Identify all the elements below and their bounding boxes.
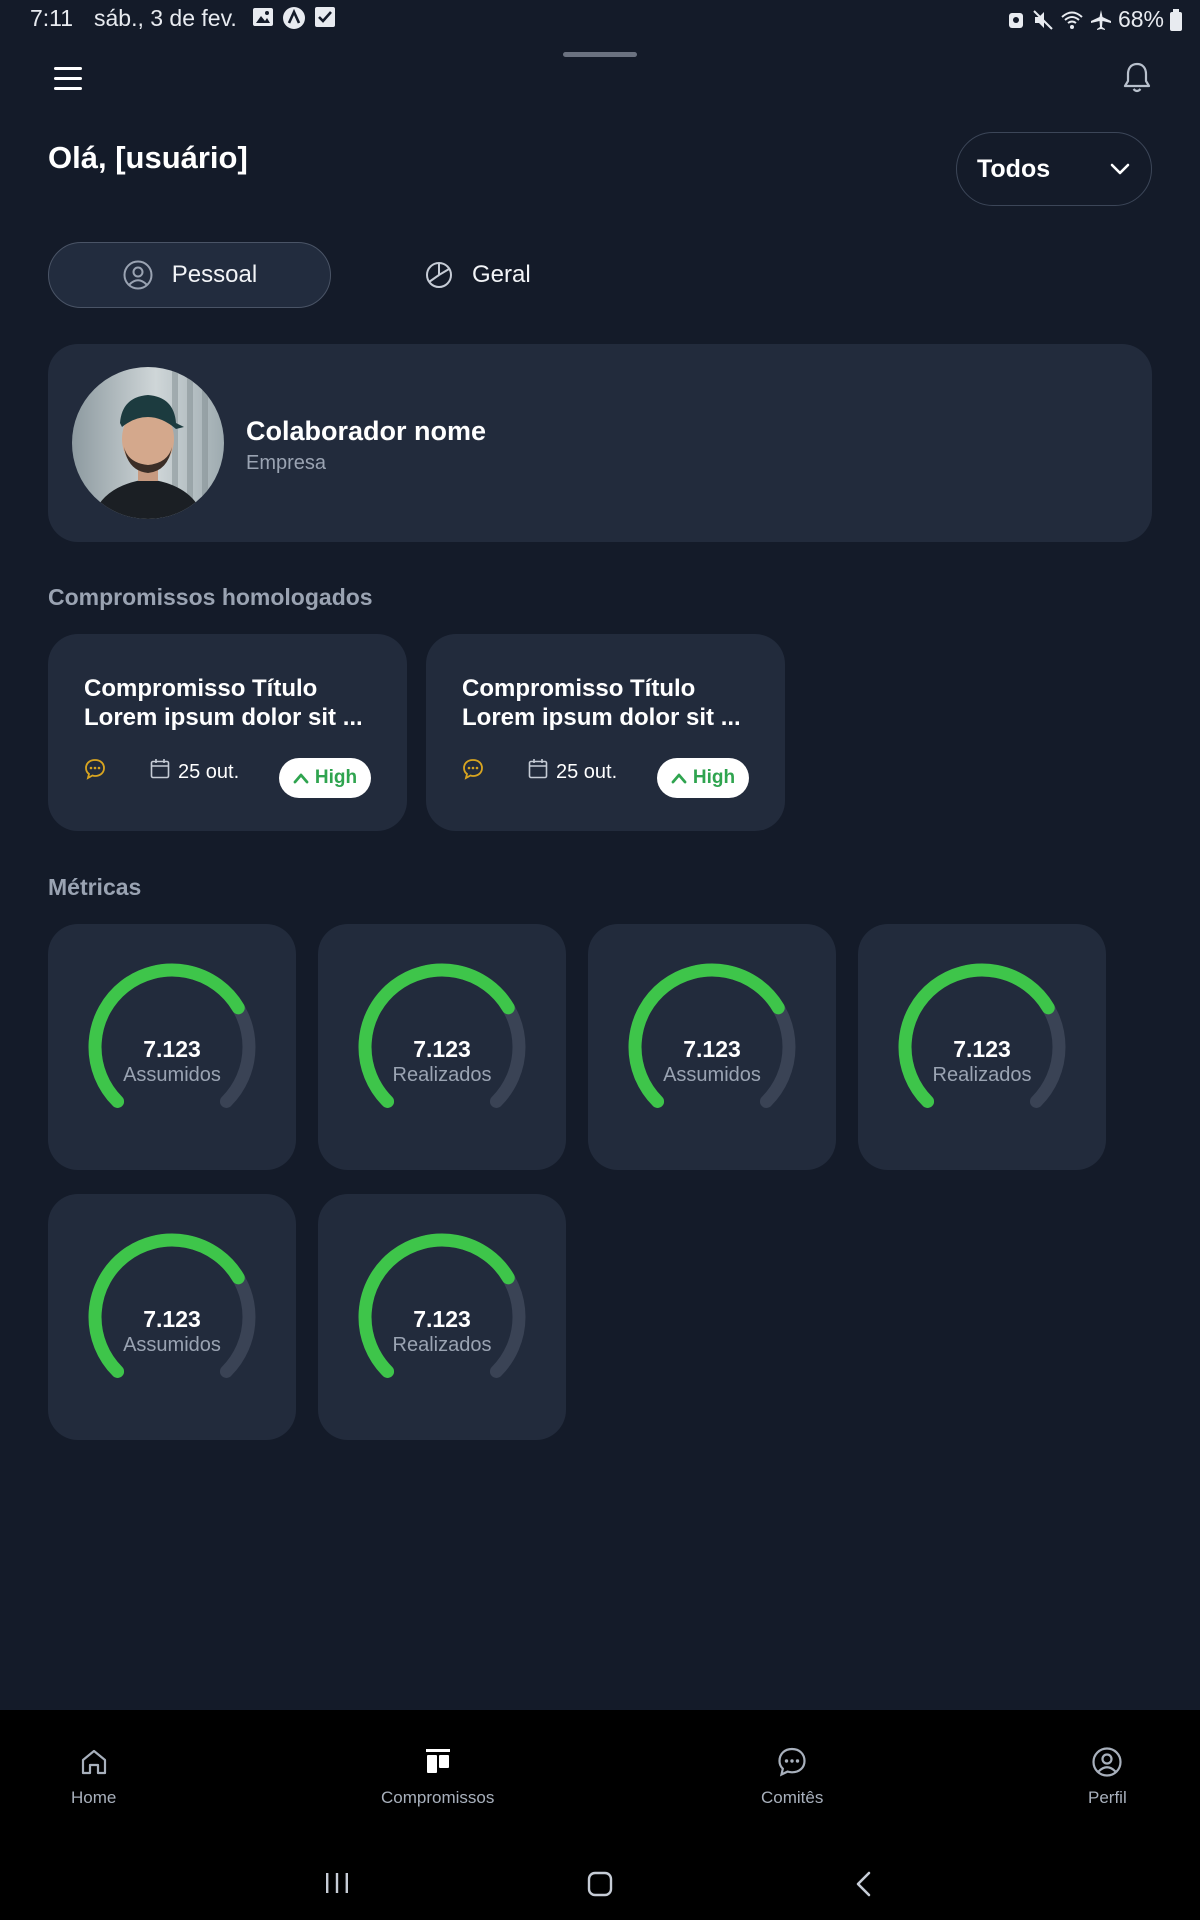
columns-icon bbox=[425, 1749, 450, 1773]
system-status-icons: 68% bbox=[1006, 6, 1182, 33]
recent-apps-button[interactable] bbox=[322, 1870, 352, 1901]
hamburger-icon bbox=[54, 67, 82, 90]
calendar-icon bbox=[150, 759, 170, 779]
nav-item-compromissos[interactable]: Compromissos bbox=[381, 1746, 494, 1808]
mute-icon bbox=[1033, 9, 1053, 30]
commitment-title: Compromisso Título Lorem ipsum dolor sit… bbox=[84, 675, 363, 731]
metric-value: 7.123 bbox=[413, 1036, 471, 1062]
tab-pessoal[interactable]: Pessoal bbox=[48, 242, 331, 308]
chevron-up-icon bbox=[293, 773, 309, 784]
metric-card[interactable]: 7.123 Realizados bbox=[318, 924, 566, 1170]
pie-chart-icon bbox=[426, 262, 452, 288]
profile-company: Empresa bbox=[246, 452, 327, 474]
tab-geral-label: Geral bbox=[472, 261, 531, 288]
commitment-card[interactable]: Compromisso Título Lorem ipsum dolor sit… bbox=[426, 634, 785, 831]
priority-label: High bbox=[314, 767, 358, 788]
calendar-icon bbox=[528, 759, 548, 779]
profile-name: Colaborador nome bbox=[246, 416, 487, 446]
priority-badge: High bbox=[279, 758, 371, 798]
alarm-icon bbox=[1008, 12, 1023, 28]
chat-icon[interactable] bbox=[462, 758, 484, 780]
metric-label: Assumidos bbox=[663, 1064, 761, 1086]
commitment-date: 25 out. bbox=[178, 761, 240, 783]
chat-icon[interactable] bbox=[84, 758, 106, 780]
chevron-down-icon bbox=[1110, 163, 1130, 175]
priority-badge: High bbox=[657, 758, 749, 798]
app-root: 7:11 sáb., 3 de fev. 68% Olá, [usuário] … bbox=[0, 0, 1200, 1920]
tab-pessoal-label: Pessoal bbox=[171, 261, 258, 288]
nav-label-comites: Comitês bbox=[761, 1788, 824, 1807]
metric-card[interactable]: 7.123 Realizados bbox=[318, 1194, 566, 1440]
back-arrow-icon bbox=[856, 1871, 871, 1897]
metric-value: 7.123 bbox=[683, 1036, 741, 1062]
drag-handle[interactable] bbox=[563, 52, 637, 57]
metric-card[interactable]: 7.123 Assumidos bbox=[48, 1194, 296, 1440]
chevron-up-icon bbox=[671, 773, 687, 784]
metric-card[interactable]: 7.123 Assumidos bbox=[588, 924, 836, 1170]
nav-label-perfil: Perfil bbox=[1088, 1788, 1127, 1807]
menu-button[interactable] bbox=[50, 62, 88, 94]
status-time: 7:11 bbox=[30, 5, 74, 31]
commitment-date: 25 out. bbox=[556, 761, 618, 783]
user-circle-icon bbox=[1092, 1747, 1122, 1777]
metric-card[interactable]: 7.123 Realizados bbox=[858, 924, 1106, 1170]
metric-card[interactable]: 7.123 Assumidos bbox=[48, 924, 296, 1170]
home-system-button[interactable] bbox=[586, 1870, 614, 1903]
nav-item-home[interactable]: Home bbox=[71, 1746, 116, 1808]
metric-label: Realizados bbox=[392, 1334, 492, 1356]
wifi-icon bbox=[1061, 11, 1083, 29]
metrics-section-title: Métricas bbox=[48, 874, 142, 900]
airplane-icon bbox=[1090, 9, 1111, 30]
bottom-navigation: Home Compromissos Comitês Perfil bbox=[0, 1710, 1200, 1920]
back-button[interactable] bbox=[852, 1870, 876, 1903]
nav-label-home: Home bbox=[71, 1788, 117, 1807]
notifications-button[interactable] bbox=[1120, 60, 1154, 96]
notification-icons bbox=[252, 6, 336, 30]
battery-icon bbox=[1170, 8, 1182, 31]
greeting-title: Olá, [usuário] bbox=[48, 140, 248, 175]
nav-label-compromissos: Compromissos bbox=[381, 1788, 495, 1807]
battery-percent: 68% bbox=[1117, 6, 1164, 32]
nav-item-comites[interactable]: Comitês bbox=[761, 1746, 823, 1808]
commitment-title: Compromisso Título Lorem ipsum dolor sit… bbox=[462, 675, 741, 731]
bell-icon bbox=[1123, 62, 1151, 93]
priority-label: High bbox=[692, 767, 736, 788]
filter-selected-value: Todos bbox=[977, 154, 1051, 183]
user-circle-icon bbox=[123, 260, 153, 290]
metric-label: Assumidos bbox=[123, 1064, 221, 1086]
app-a-icon bbox=[283, 7, 305, 29]
status-date: sáb., 3 de fev. bbox=[94, 5, 237, 31]
metric-value: 7.123 bbox=[143, 1306, 201, 1332]
tab-geral[interactable]: Geral bbox=[424, 242, 624, 308]
metric-value: 7.123 bbox=[413, 1306, 471, 1332]
profile-card[interactable]: Colaborador nome Empresa bbox=[48, 344, 1152, 542]
checkbox-icon bbox=[315, 7, 335, 27]
commitment-card[interactable]: Compromisso Título Lorem ipsum dolor sit… bbox=[48, 634, 407, 831]
avatar bbox=[72, 367, 224, 519]
commitments-section-title: Compromissos homologados bbox=[48, 584, 373, 610]
metric-label: Realizados bbox=[932, 1064, 1032, 1086]
gallery-icon bbox=[253, 8, 273, 26]
metric-value: 7.123 bbox=[143, 1036, 201, 1062]
chat-icon bbox=[778, 1747, 806, 1777]
recent-apps-icon bbox=[326, 1873, 348, 1893]
status-bar: 7:11 sáb., 3 de fev. 68% bbox=[0, 0, 1200, 38]
home-icon bbox=[81, 1749, 106, 1775]
avatar-photo bbox=[72, 367, 224, 519]
home-square-icon bbox=[587, 1871, 613, 1897]
metric-value: 7.123 bbox=[953, 1036, 1011, 1062]
metric-label: Realizados bbox=[392, 1064, 492, 1086]
nav-item-perfil[interactable]: Perfil bbox=[1088, 1746, 1127, 1808]
metric-label: Assumidos bbox=[123, 1334, 221, 1356]
filter-select[interactable]: Todos bbox=[956, 132, 1152, 206]
